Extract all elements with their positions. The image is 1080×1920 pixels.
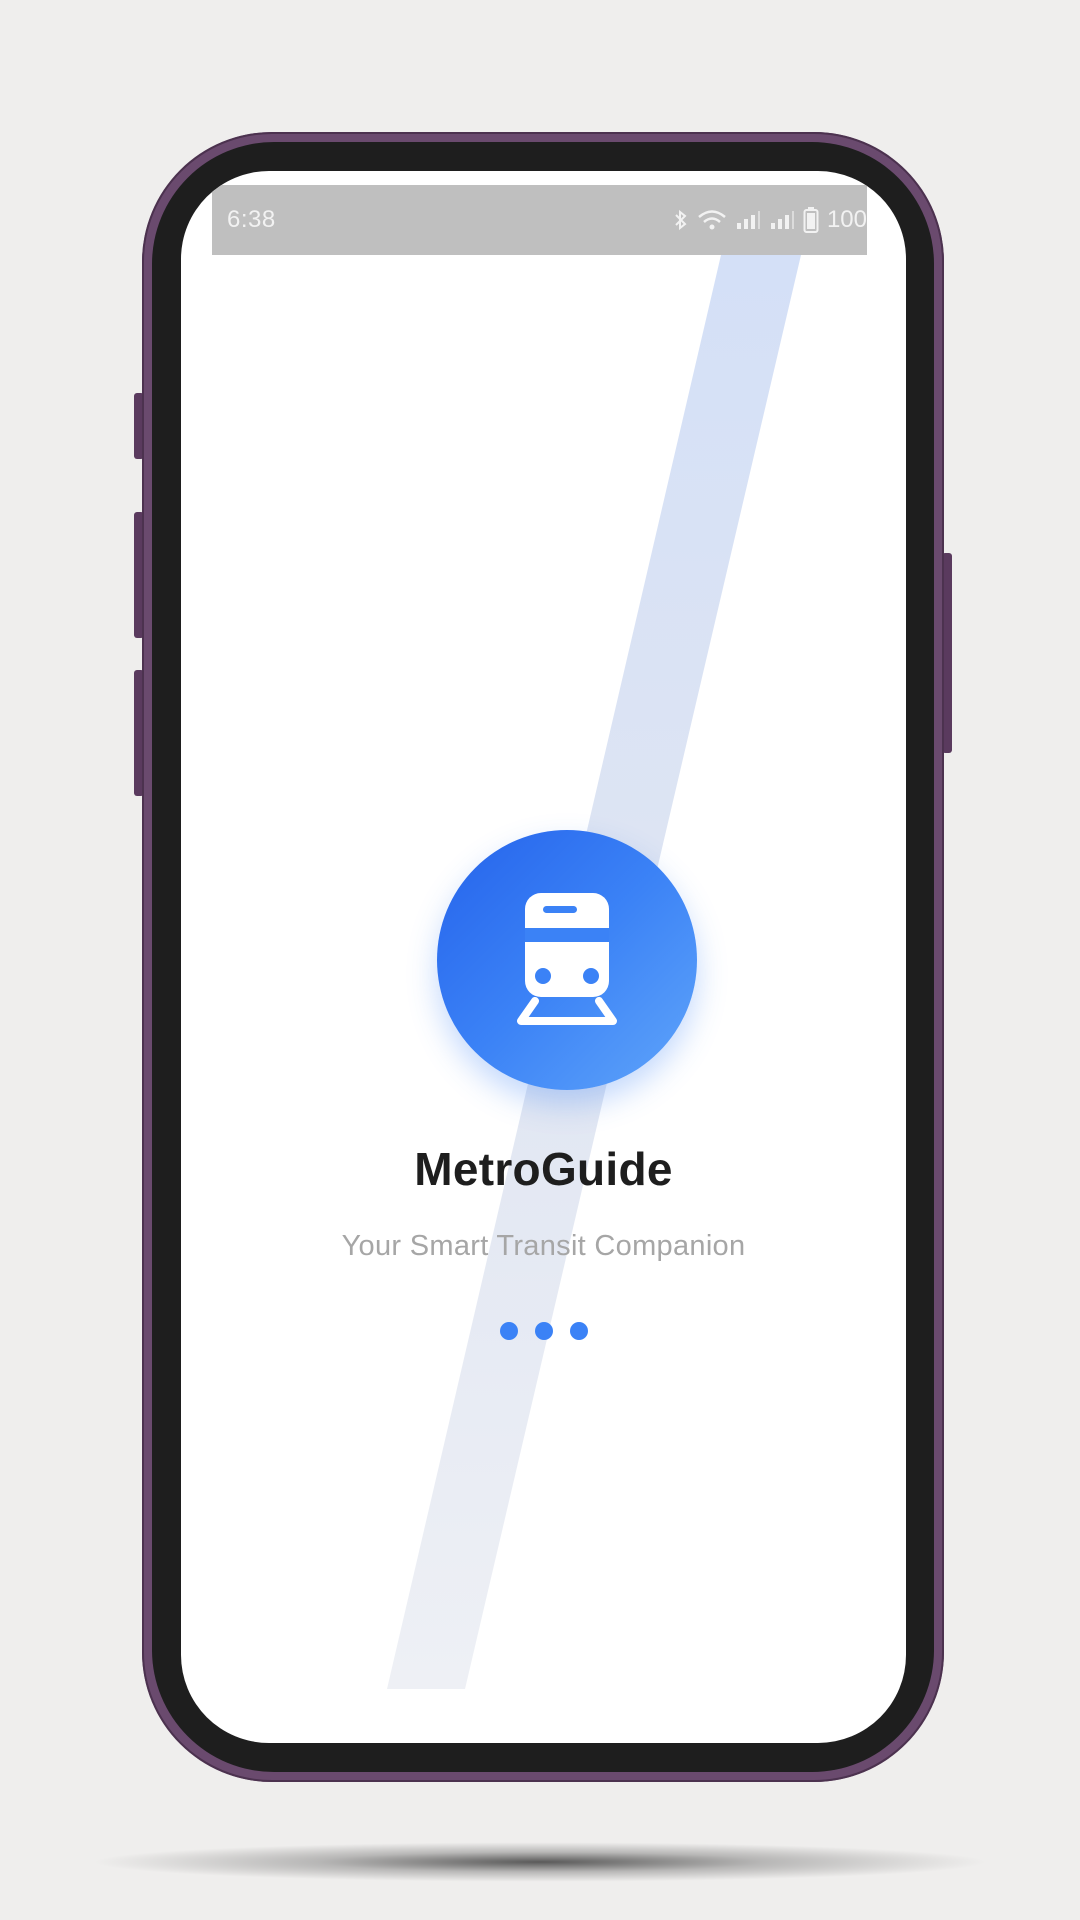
status-icons: 100: [673, 206, 867, 234]
loading-dot: [569, 1322, 588, 1340]
status-bar: 6:38 100: [212, 185, 867, 255]
loading-dot: [534, 1322, 553, 1340]
wifi-icon: [697, 208, 727, 232]
battery-icon: [803, 207, 819, 233]
status-time: 6:38: [227, 206, 276, 233]
app-title: MetroGuide: [414, 1143, 673, 1195]
battery-percentage: 100: [826, 206, 867, 233]
signal-icon: [769, 210, 795, 230]
signal-icon: [735, 210, 761, 230]
loading-dot: [499, 1322, 518, 1340]
bluetooth-icon: [673, 208, 689, 232]
app-logo: [437, 830, 697, 1090]
loading-indicator: [181, 1322, 906, 1340]
floor-shadow: [90, 1842, 990, 1882]
train-icon: [517, 893, 617, 1025]
app-tagline: Your Smart Transit Companion: [341, 1230, 746, 1262]
device-mockup-stage: 6:38 100 MetroGuide Your Smart Transit C…: [0, 0, 1080, 1920]
phone-screen: 6:38 100 MetroGuide Your Smart Transit C…: [181, 171, 906, 1743]
